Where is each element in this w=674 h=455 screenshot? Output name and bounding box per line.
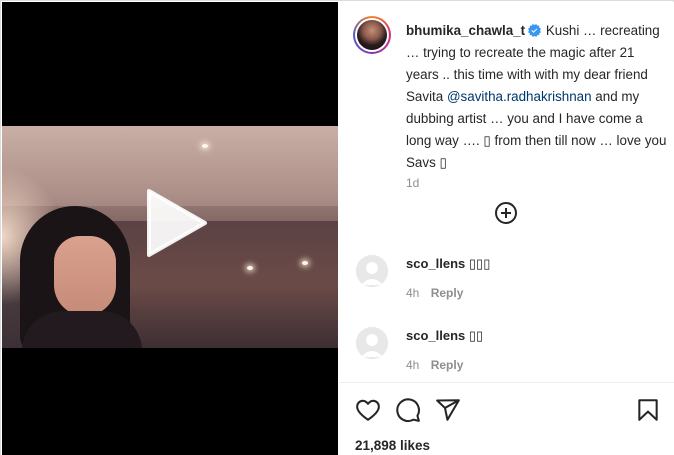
comment-icon[interactable] (395, 397, 421, 423)
author-username[interactable]: bhumika_chawla_t (406, 23, 525, 38)
comment-time[interactable]: 4h (406, 358, 419, 372)
caption-text: bhumika_chawla_t Kushi … recreating … tr… (406, 20, 668, 174)
caption-mention-link[interactable]: @savitha.radhakrishnan (447, 89, 592, 104)
comment-text: sco_llens ▯▯ (406, 328, 483, 344)
video-lamp (247, 266, 253, 270)
reply-button[interactable]: Reply (431, 286, 464, 300)
commenter-username[interactable]: sco_llens (406, 256, 465, 271)
video-person-face (54, 236, 116, 316)
post-timestamp[interactable]: 1d (406, 176, 419, 190)
comment-meta: 4h Reply (406, 286, 463, 300)
comment-meta: 4h Reply (406, 358, 463, 372)
author-avatar-image (357, 20, 387, 50)
post-actions-bar: 21,898 likes (339, 382, 674, 455)
reply-button[interactable]: Reply (431, 358, 464, 372)
commenter-username[interactable]: sco_llens (406, 328, 465, 343)
verified-badge-icon (528, 24, 542, 37)
video-player[interactable] (2, 2, 338, 455)
paper-plane-icon[interactable] (435, 397, 461, 423)
comment-body: ▯▯▯ (468, 256, 491, 271)
author-avatar[interactable] (353, 16, 391, 54)
heart-icon[interactable] (355, 397, 381, 423)
likes-count[interactable]: 21,898 likes (355, 438, 430, 453)
post-side-panel: bhumika_chawla_t Kushi … recreating … tr… (339, 2, 674, 455)
plus-circle-icon[interactable] (494, 201, 518, 225)
comment-body: ▯▯ (468, 328, 484, 343)
comment-time[interactable]: 4h (406, 286, 419, 300)
commenter-avatar[interactable] (356, 255, 388, 287)
post-modal: bhumika_chawla_t Kushi … recreating … tr… (0, 0, 674, 455)
play-icon[interactable] (141, 189, 209, 257)
comment-text: sco_llens ▯▯▯ (406, 256, 490, 272)
bookmark-icon[interactable] (635, 397, 661, 423)
commenter-avatar[interactable] (356, 327, 388, 359)
video-lamp (202, 144, 208, 148)
video-lamp (302, 261, 308, 265)
